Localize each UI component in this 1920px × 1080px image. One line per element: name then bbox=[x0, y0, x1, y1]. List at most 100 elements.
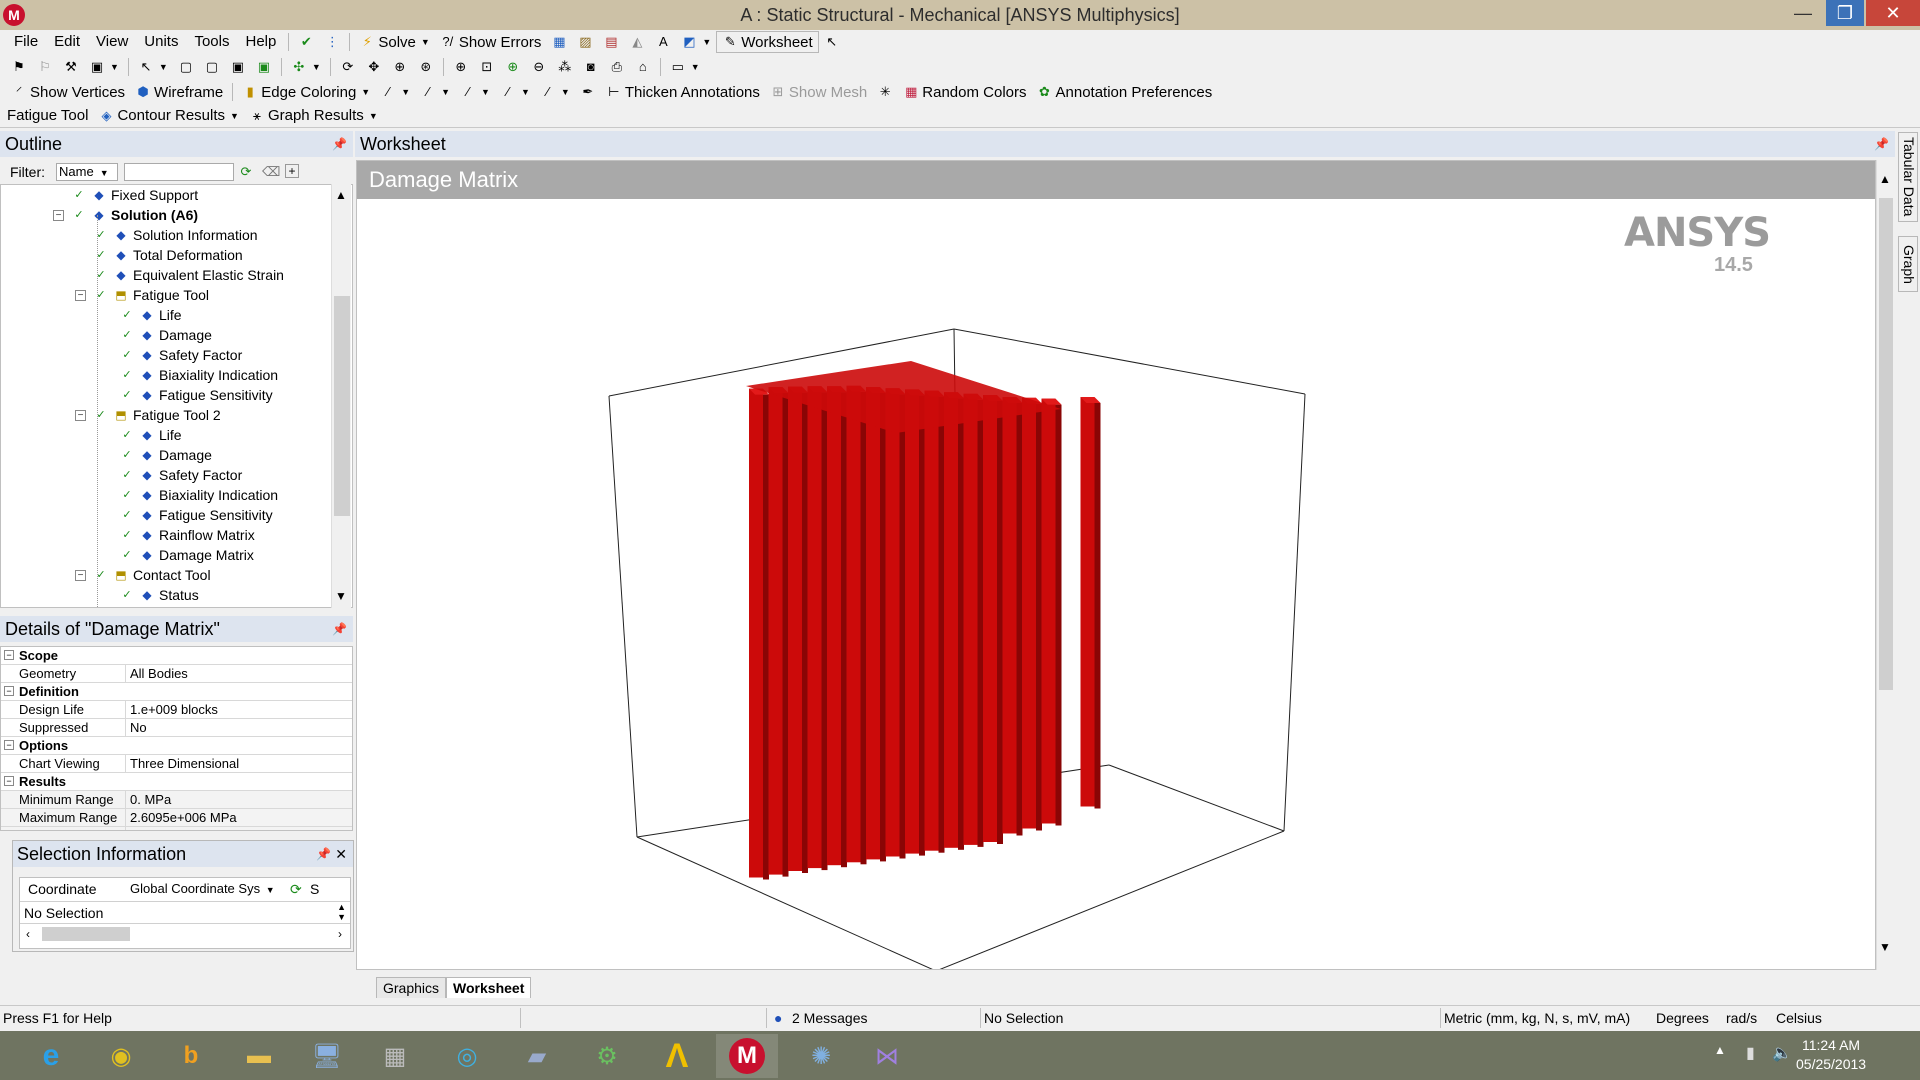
menu-view[interactable]: View bbox=[88, 30, 136, 54]
edge-style3-button[interactable]: ⁄ ▼ bbox=[455, 81, 495, 103]
tree-item[interactable]: ✓ ◆ Total Deformation bbox=[93, 245, 242, 265]
worksheet-scrollbar[interactable]: ▲ ▼ bbox=[1876, 160, 1894, 970]
details-row[interactable]: Geometry All Bodies bbox=[1, 665, 352, 683]
tab-tabular-data[interactable]: Tabular Data bbox=[1898, 132, 1918, 222]
select-face-button[interactable]: ⚑ bbox=[6, 56, 32, 78]
edge-style4-button[interactable]: ⁄ ▼ bbox=[495, 81, 535, 103]
close-button[interactable]: ✕ bbox=[1866, 0, 1920, 26]
chevron-down-icon[interactable]: ▼ bbox=[561, 87, 570, 97]
tree-item[interactable]: ✓ ◆ Fixed Support bbox=[71, 185, 198, 205]
edge-coloring-button[interactable]: ▮ Edge Coloring ▼ bbox=[237, 81, 375, 103]
chevron-down-icon[interactable]: ▼ bbox=[230, 111, 239, 121]
details-row[interactable]: Maximum Range 2.6095e+006 MPa bbox=[1, 809, 352, 827]
tree-item[interactable]: ✓ ◆ Biaxiality Indication bbox=[119, 365, 278, 385]
scroll-right-icon[interactable]: › bbox=[338, 927, 342, 941]
taskbar-mechanical[interactable]: M bbox=[716, 1034, 778, 1078]
show-errors-button[interactable]: ?/ Show Errors bbox=[435, 31, 547, 53]
menu-units[interactable]: Units bbox=[136, 30, 186, 54]
outline-scrollbar[interactable]: ▲ ▼ bbox=[331, 184, 351, 608]
scroll-up-icon[interactable]: ▲ bbox=[1879, 172, 1891, 186]
menu-file[interactable]: File bbox=[6, 30, 46, 54]
status-temperature[interactable]: Celsius bbox=[1776, 1010, 1822, 1026]
taskbar-visual-studio[interactable]: ⋈ bbox=[856, 1034, 918, 1078]
details-section[interactable]: Results − bbox=[1, 773, 352, 791]
view-reset-button[interactable]: ◙ bbox=[578, 56, 604, 78]
graph-results-button[interactable]: ⚹ Graph Results ▼ bbox=[244, 105, 383, 127]
minimize-button[interactable]: — bbox=[1780, 0, 1826, 28]
section-collapse-toggle[interactable]: − bbox=[4, 650, 14, 660]
refresh-icon[interactable]: ⟳ bbox=[238, 164, 254, 180]
coordinate-select[interactable]: Global Coordinate Sys ▼ bbox=[130, 878, 290, 901]
box3-select-button[interactable]: ▣ bbox=[225, 56, 251, 78]
contour-results-button[interactable]: ◈ Contour Results ▼ bbox=[93, 105, 243, 127]
tree-item[interactable]: ✓ ◆ Life bbox=[119, 425, 181, 445]
menu-help[interactable]: Help bbox=[238, 30, 285, 54]
details-value[interactable]: 0. MPa bbox=[126, 791, 352, 808]
tree-item[interactable]: ✓ ◆ Equivalent Elastic Strain bbox=[93, 265, 284, 285]
taskbar-bing[interactable]: b bbox=[160, 1034, 222, 1078]
scroll-thumb[interactable] bbox=[42, 927, 130, 941]
tree-item[interactable]: ✓ ◆ Damage bbox=[119, 445, 212, 465]
scroll-thumb[interactable] bbox=[334, 296, 350, 516]
tree-item[interactable]: ✓ ◆ Rainflow Matrix bbox=[119, 525, 254, 545]
chevron-down-icon[interactable]: ▼ bbox=[521, 87, 530, 97]
menu-tools[interactable]: Tools bbox=[186, 30, 237, 54]
details-value[interactable]: -2.0995e+006 MPa bbox=[126, 827, 352, 830]
tab-graph[interactable]: Graph bbox=[1898, 236, 1918, 292]
details-row[interactable]: Design Life 1.e+009 blocks bbox=[1, 701, 352, 719]
damage-matrix-3d-chart[interactable] bbox=[357, 199, 1876, 969]
taskbar-app-aperture[interactable]: ✺ bbox=[790, 1034, 852, 1078]
views-button[interactable]: ⁂ bbox=[552, 56, 578, 78]
zoom-in-button[interactable]: ⊕ bbox=[448, 56, 474, 78]
coordinate-button[interactable]: ✣ ▼ bbox=[286, 56, 326, 78]
taskbar-app-globe[interactable]: ◎ bbox=[436, 1034, 498, 1078]
tree-item[interactable]: ✓ ◆ Solution (A6) bbox=[71, 205, 198, 225]
print-button[interactable]: ⎙ bbox=[604, 56, 630, 78]
box2-select-button[interactable]: ▢ bbox=[199, 56, 225, 78]
tree-item[interactable]: ✓ ◆ Fatigue Sensitivity bbox=[119, 505, 272, 525]
wireframe-button[interactable]: ⬢ Wireframe bbox=[130, 81, 228, 103]
pin-icon[interactable]: 📌 bbox=[316, 841, 331, 867]
taskbar-explorer[interactable]: ▬ bbox=[228, 1034, 290, 1078]
help-cursor-button[interactable]: ↖ bbox=[819, 31, 845, 53]
taskbar-app-tool[interactable]: ⚙ bbox=[576, 1034, 638, 1078]
edge-style1-button[interactable]: ⁄ ▼ bbox=[375, 81, 415, 103]
tree-item[interactable]: ✓ ◆ Life bbox=[119, 305, 181, 325]
taskbar-ie[interactable]: e bbox=[20, 1034, 82, 1078]
tree-item[interactable]: ✓ ◆ Damage Matrix bbox=[119, 545, 254, 565]
maximize-button[interactable]: ❐ bbox=[1826, 0, 1864, 26]
tab-worksheet[interactable]: Worksheet bbox=[446, 977, 532, 998]
tree-item[interactable]: ✓ ◆ Fatigue Sensitivity bbox=[119, 385, 272, 405]
box-select-button[interactable]: ▢ bbox=[173, 56, 199, 78]
rotate-button[interactable]: ⟳ bbox=[335, 56, 361, 78]
refresh-icon[interactable]: ⟳ bbox=[290, 878, 310, 901]
chevron-down-icon[interactable]: ▼ bbox=[159, 62, 168, 72]
section-collapse-toggle[interactable]: − bbox=[4, 686, 14, 696]
tab-graphics[interactable]: Graphics bbox=[376, 977, 447, 998]
toolbar-view-button[interactable]: ◩ ▼ bbox=[676, 31, 716, 53]
tree-item[interactable]: ✓ ◆ Biaxiality Indication bbox=[119, 485, 278, 505]
toolbar-image-button[interactable]: ▦ bbox=[546, 31, 572, 53]
chevron-down-icon[interactable]: ▼ bbox=[441, 87, 450, 97]
pin-icon[interactable]: 📌 bbox=[332, 131, 347, 157]
select-body-button[interactable]: ▣ ▼ bbox=[84, 56, 124, 78]
tree-collapse-toggle[interactable]: − bbox=[53, 210, 64, 221]
tree-item[interactable]: ✓ ◆ Safety Factor bbox=[119, 345, 242, 365]
chevron-down-icon[interactable]: ▼ bbox=[312, 62, 321, 72]
details-row[interactable]: Minimum Range 0. MPa bbox=[1, 791, 352, 809]
annotation-preferences-button[interactable]: ✿ Annotation Preferences bbox=[1032, 81, 1218, 103]
pin-icon[interactable]: 📌 bbox=[332, 616, 347, 642]
taskbar-chrome[interactable]: ◉ bbox=[90, 1034, 152, 1078]
select-edge-button[interactable]: ⚐ bbox=[32, 56, 58, 78]
toolbar-probe-button[interactable]: ◭ bbox=[624, 31, 650, 53]
h-scrollbar[interactable]: ‹ › bbox=[20, 924, 350, 946]
tree-collapse-toggle[interactable]: − bbox=[75, 290, 86, 301]
details-section[interactable]: Definition − bbox=[1, 683, 352, 701]
zoom-out-button[interactable]: ⊖ bbox=[526, 56, 552, 78]
chevron-down-icon[interactable]: ▼ bbox=[110, 62, 119, 72]
chevron-down-icon[interactable]: ▼ bbox=[369, 111, 378, 121]
taskbar-app-grid[interactable]: ▦ bbox=[364, 1034, 426, 1078]
status-rate[interactable]: rad/s bbox=[1726, 1010, 1757, 1026]
messages-icon[interactable]: ● bbox=[774, 1010, 782, 1026]
pan-button[interactable]: ✥ bbox=[361, 56, 387, 78]
